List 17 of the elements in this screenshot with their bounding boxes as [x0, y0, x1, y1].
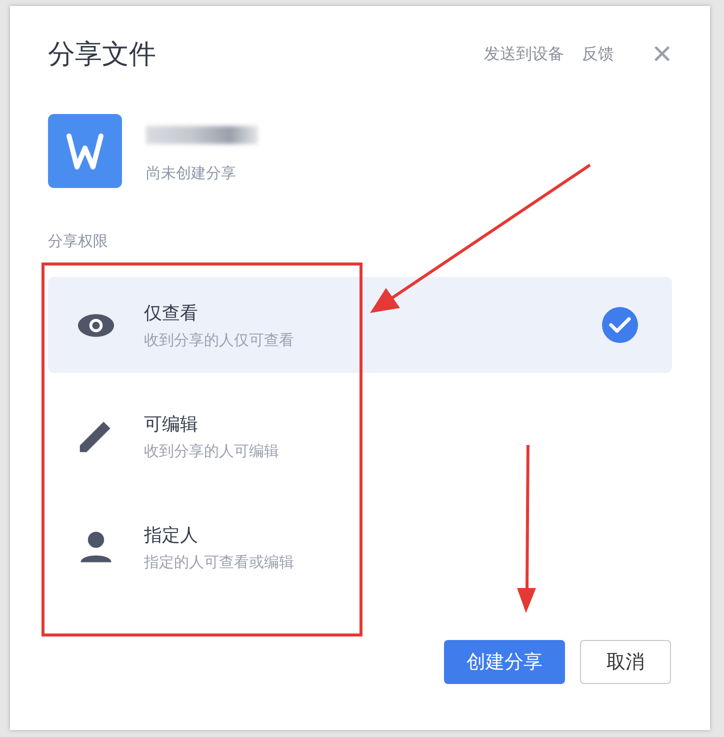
eye-icon — [76, 312, 116, 338]
permission-option[interactable]: 仅查看 收到分享的人仅可查看 — [48, 277, 672, 373]
permission-option[interactable]: 可编辑 收到分享的人可编辑 — [48, 388, 672, 484]
create-share-button[interactable]: 创建分享 — [444, 640, 565, 684]
option-title: 指定人 — [144, 524, 199, 546]
dialog-title: 分享文件 — [48, 38, 156, 72]
option-title: 可编辑 — [144, 412, 199, 436]
option-title: 仅查看 — [144, 302, 199, 324]
section-label: 分享权限 — [48, 232, 109, 251]
option-description: 收到分享的人仅可查看 — [144, 330, 295, 350]
checkmark-icon — [602, 307, 638, 343]
option-description: 指定的人可查看或编辑 — [144, 552, 295, 572]
cancel-button[interactable]: 取消 — [580, 640, 671, 684]
permission-option[interactable]: 指定人 指定的人可查看或编辑 — [48, 499, 672, 595]
option-description: 收到分享的人可编辑 — [144, 442, 280, 460]
share-status: 尚未创建分享 — [146, 164, 237, 183]
document-icon — [48, 114, 122, 188]
